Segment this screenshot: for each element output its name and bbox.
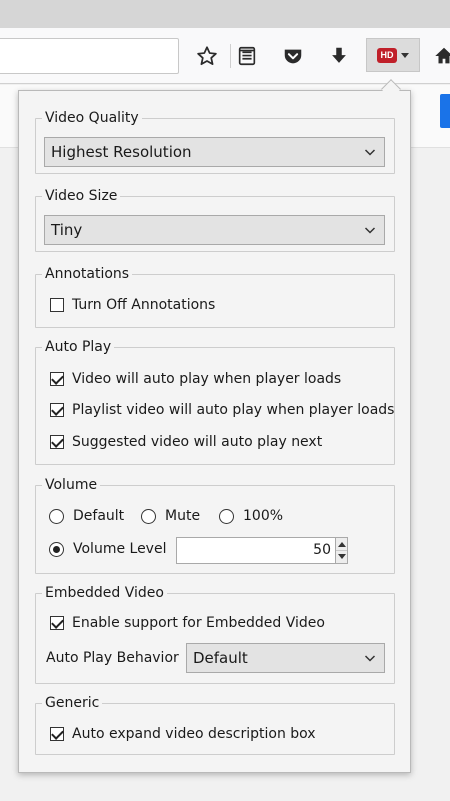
auto-expand-description-label: Auto expand video description box [72,726,316,742]
video-quality-legend: Video Quality [45,110,139,126]
volume-100-label: 100% [243,508,284,524]
video-size-value: Tiny [51,221,83,239]
volume-level-label: Volume Level [73,541,167,557]
auto-play-playlist-label: Playlist video will auto play when playe… [72,402,395,418]
generic-group: Generic [35,695,395,755]
auto-play-option-player-loads[interactable]: Video will auto play when player loads [50,371,341,387]
auto-play-behavior-label: Auto Play Behavior [46,650,179,666]
volume-mute-radio[interactable] [141,508,156,524]
pocket-icon[interactable] [277,40,309,72]
video-size-legend: Video Size [45,188,118,204]
stepper-down-icon[interactable] [338,554,346,559]
reader-icon[interactable] [231,40,263,72]
auto-play-suggested-checkbox[interactable] [50,435,64,449]
volume-legend: Volume [45,477,98,493]
window-title-bar [0,0,450,28]
volume-level-input[interactable]: 50 [176,537,336,564]
embedded-video-legend: Embedded Video [45,585,164,601]
generic-legend: Generic [45,695,100,711]
chevron-down-icon [364,149,376,156]
volume-mute-option[interactable]: Mute [141,508,200,524]
enable-embedded-checkbox[interactable] [50,616,64,630]
chevron-down-icon [364,655,376,662]
auto-expand-description-option[interactable]: Auto expand video description box [50,726,316,742]
volume-level-radio[interactable] [49,541,64,557]
turn-off-annotations-checkbox[interactable] [50,298,64,312]
auto-play-suggested-label: Suggested video will auto play next [72,434,323,450]
url-bar[interactable] [0,38,179,74]
auto-expand-description-checkbox[interactable] [50,727,64,741]
chevron-down-icon [364,227,376,234]
annotations-legend: Annotations [45,266,130,282]
stepper-up-icon[interactable] [338,542,346,547]
auto-play-playlist-checkbox[interactable] [50,403,64,417]
hd-extension-icon: HD [377,47,397,63]
hd-extension-button[interactable]: HD [366,38,420,72]
volume-default-radio[interactable] [49,508,64,524]
auto-play-option-suggested[interactable]: Suggested video will auto play next [50,434,322,450]
star-icon[interactable] [191,40,223,72]
page-blue-button-edge[interactable] [440,94,450,128]
video-quality-value: Highest Resolution [51,143,192,161]
video-quality-select[interactable]: Highest Resolution [44,137,385,167]
volume-level-option[interactable]: Volume Level [49,541,166,557]
video-size-select[interactable]: Tiny [44,215,385,245]
turn-off-annotations-option[interactable]: Turn Off Annotations [50,297,215,313]
turn-off-annotations-label: Turn Off Annotations [72,297,216,313]
volume-100-option[interactable]: 100% [219,508,283,524]
volume-level-stepper[interactable] [336,537,348,564]
volume-default-option[interactable]: Default [49,508,124,524]
volume-100-radio[interactable] [219,508,234,524]
chevron-down-icon [401,52,409,58]
auto-play-player-loads-checkbox[interactable] [50,372,64,386]
auto-play-behavior-value: Default [193,649,248,667]
enable-embedded-option[interactable]: Enable support for Embedded Video [50,615,325,631]
stepper-divider [336,550,347,551]
auto-play-option-playlist[interactable]: Playlist video will auto play when playe… [50,402,394,418]
volume-mute-label: Mute [165,508,201,524]
auto-play-player-loads-label: Video will auto play when player loads [72,371,342,387]
auto-play-legend: Auto Play [45,339,112,355]
volume-default-label: Default [73,508,125,524]
auto-play-behavior-select[interactable]: Default [186,643,385,673]
enable-embedded-label: Enable support for Embedded Video [72,615,325,631]
download-icon[interactable] [323,40,355,72]
home-icon[interactable] [428,40,450,72]
